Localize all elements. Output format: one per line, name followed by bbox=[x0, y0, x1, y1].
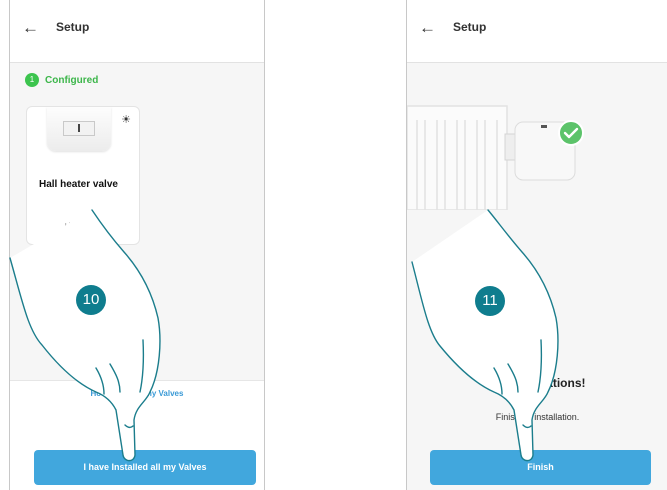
step-number-badge: 11 bbox=[475, 286, 505, 316]
pointing-hand-overlay bbox=[9, 209, 559, 462]
step-number-badge: 10 bbox=[76, 285, 106, 315]
